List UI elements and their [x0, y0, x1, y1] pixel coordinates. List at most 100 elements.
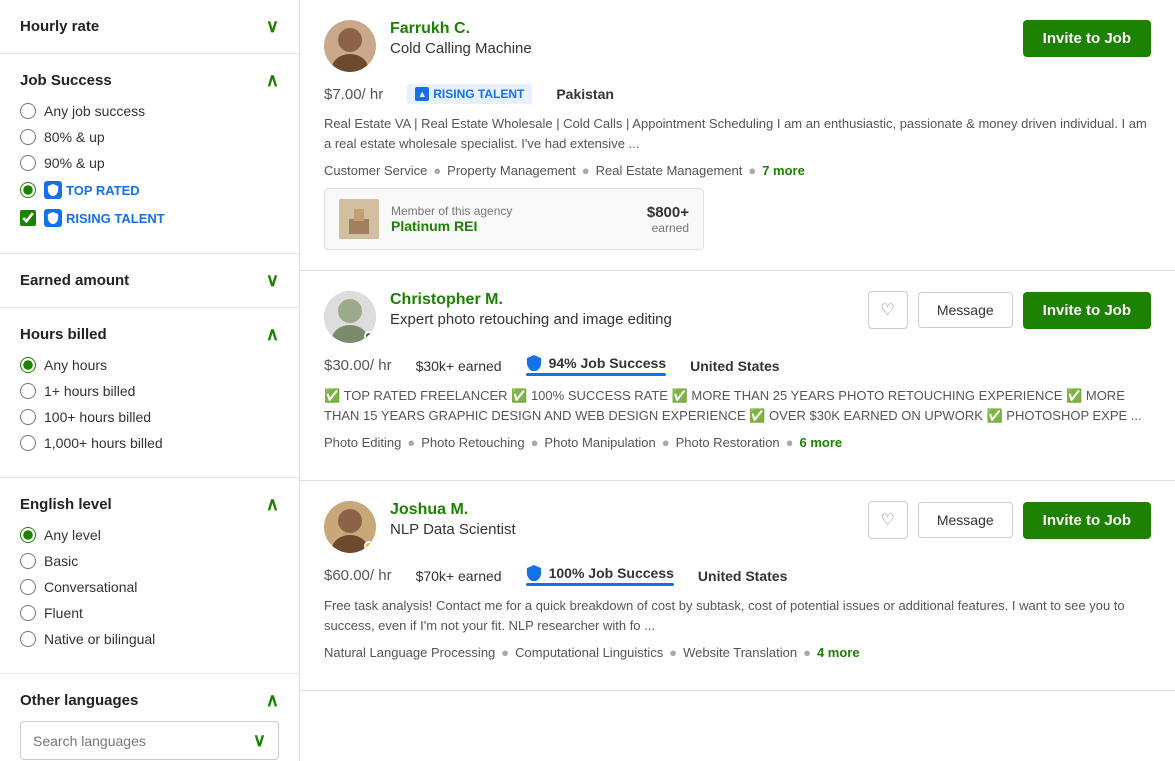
chevron-hourly-rate-icon: ∨ — [266, 16, 279, 37]
english-basic-input[interactable] — [20, 553, 36, 569]
job-success-80[interactable]: 80% & up — [20, 129, 279, 145]
filter-header-hourly-rate[interactable]: Hourly rate ∨ — [20, 16, 279, 37]
filter-header-english-level[interactable]: English level ∧ — [20, 494, 279, 515]
online-dot-christopher — [364, 331, 374, 341]
skill-dot-c4: ● — [786, 435, 794, 450]
location-christopher: United States — [690, 358, 779, 374]
card-meta-farrukh: $7.00/ hr ▲ RISING TALENT Pakistan — [324, 84, 1151, 104]
chevron-english-level-icon: ∧ — [266, 494, 279, 515]
agency-info-farrukh: Member of this agency Platinum REI — [391, 204, 635, 234]
agency-earned-farrukh: $800+ earned — [647, 204, 689, 235]
freelancer-title-farrukh: Cold Calling Machine — [390, 40, 532, 57]
chevron-job-success-icon: ∧ — [266, 70, 279, 91]
skill-computational-linguistics: Computational Linguistics — [515, 645, 663, 660]
english-basic[interactable]: Basic — [20, 553, 279, 569]
filter-header-other-languages[interactable]: Other languages ∧ — [20, 690, 279, 711]
skill-photo-editing: Photo Editing — [324, 435, 401, 450]
filter-title-hours-billed: Hours billed — [20, 326, 107, 343]
language-search-input[interactable] — [33, 733, 253, 749]
hours-any-label: Any hours — [44, 357, 107, 373]
job-success-top-rated-input[interactable] — [20, 182, 36, 198]
sidebar: Hourly rate ∨ Job Success ∧ Any job succ… — [0, 0, 300, 761]
message-button-joshua[interactable]: Message — [918, 502, 1013, 538]
freelancer-card-christopher: Christopher M. Expert photo retouching a… — [300, 271, 1175, 481]
more-skills-christopher[interactable]: 6 more — [800, 435, 843, 450]
card-meta-christopher: $30.00/ hr $30k+ earned 94% Job Success … — [324, 355, 1151, 376]
freelancer-card-joshua: Joshua M. NLP Data Scientist ♡ Message I… — [300, 481, 1175, 691]
filter-header-job-success[interactable]: Job Success ∧ — [20, 70, 279, 91]
more-skills-joshua[interactable]: 4 more — [817, 645, 860, 660]
invite-button-joshua[interactable]: Invite to Job — [1023, 502, 1151, 539]
skill-photo-manipulation: Photo Manipulation — [544, 435, 655, 450]
avatar-farrukh — [324, 20, 376, 72]
filter-section-hours-billed: Hours billed ∧ Any hours 1+ hours billed… — [0, 308, 299, 478]
freelancer-name-farrukh[interactable]: Farrukh C. — [390, 20, 532, 38]
skills-joshua: Natural Language Processing ● Computatio… — [324, 645, 1151, 660]
hours-1plus-label: 1+ hours billed — [44, 383, 135, 399]
english-native-input[interactable] — [20, 631, 36, 647]
hours-1plus[interactable]: 1+ hours billed — [20, 383, 279, 399]
invite-button-christopher[interactable]: Invite to Job — [1023, 292, 1151, 329]
skill-photo-retouching: Photo Retouching — [421, 435, 524, 450]
hours-any[interactable]: Any hours — [20, 357, 279, 373]
hours-1plus-input[interactable] — [20, 383, 36, 399]
hours-100plus-label: 100+ hours billed — [44, 409, 151, 425]
english-conversational-input[interactable] — [20, 579, 36, 595]
top-rated-label: TOP RATED — [66, 183, 140, 198]
filter-header-hours-billed[interactable]: Hours billed ∧ — [20, 324, 279, 345]
job-success-90-input[interactable] — [20, 155, 36, 171]
job-success-rising-talent[interactable]: RISING TALENT — [20, 209, 279, 227]
hours-1000plus-input[interactable] — [20, 435, 36, 451]
avatar-christopher — [324, 291, 376, 343]
skills-farrukh: Customer Service ● Property Management ●… — [324, 163, 1151, 178]
filter-options-english-level: Any level Basic Conversational Fluent Na… — [20, 527, 279, 647]
job-success-80-input[interactable] — [20, 129, 36, 145]
heart-button-christopher[interactable]: ♡ — [868, 291, 908, 329]
invite-button-farrukh[interactable]: Invite to Job — [1023, 20, 1151, 57]
language-search-wrap[interactable]: ∨ — [20, 721, 279, 760]
card-header-right-joshua: ♡ Message Invite to Job — [868, 501, 1152, 539]
skill-dot-2: ● — [582, 163, 590, 178]
filter-header-earned-amount[interactable]: Earned amount ∨ — [20, 270, 279, 291]
hours-100plus[interactable]: 100+ hours billed — [20, 409, 279, 425]
english-fluent[interactable]: Fluent — [20, 605, 279, 621]
job-success-any-input[interactable] — [20, 103, 36, 119]
hours-any-input[interactable] — [20, 357, 36, 373]
english-basic-label: Basic — [44, 553, 78, 569]
english-fluent-input[interactable] — [20, 605, 36, 621]
job-success-rising-talent-input[interactable] — [20, 210, 36, 226]
message-button-christopher[interactable]: Message — [918, 292, 1013, 328]
freelancer-name-christopher[interactable]: Christopher M. — [390, 291, 672, 309]
english-conversational[interactable]: Conversational — [20, 579, 279, 595]
english-native[interactable]: Native or bilingual — [20, 631, 279, 647]
agency-card-farrukh: Member of this agency Platinum REI $800+… — [324, 188, 704, 250]
english-any-input[interactable] — [20, 527, 36, 543]
hours-1000plus-label: 1,000+ hours billed — [44, 435, 163, 451]
skills-christopher: Photo Editing ● Photo Retouching ● Photo… — [324, 435, 1151, 450]
freelancer-card-farrukh: Farrukh C. Cold Calling Machine Invite t… — [300, 0, 1175, 271]
rising-talent-badge-shield-icon: ▲ — [415, 87, 429, 101]
hours-1000plus[interactable]: 1,000+ hours billed — [20, 435, 279, 451]
chevron-hours-billed-icon: ∧ — [266, 324, 279, 345]
card-meta-joshua: $60.00/ hr $70k+ earned 100% Job Success… — [324, 565, 1151, 586]
skill-dot-j2: ● — [669, 645, 677, 660]
job-success-christopher: 94% Job Success — [526, 355, 667, 376]
english-native-label: Native or bilingual — [44, 631, 155, 647]
skill-nlp: Natural Language Processing — [324, 645, 495, 660]
more-skills-farrukh[interactable]: 7 more — [762, 163, 805, 178]
heart-button-joshua[interactable]: ♡ — [868, 501, 908, 539]
freelancer-name-joshua[interactable]: Joshua M. — [390, 501, 516, 519]
rising-talent-shield-icon — [44, 209, 62, 227]
job-success-top-rated[interactable]: TOP RATED — [20, 181, 279, 199]
freelancer-info-farrukh: Farrukh C. Cold Calling Machine — [390, 20, 532, 57]
english-any[interactable]: Any level — [20, 527, 279, 543]
agency-label-farrukh: Member of this agency — [391, 204, 635, 218]
skill-dot-j1: ● — [501, 645, 509, 660]
agency-earned-label-farrukh: earned — [647, 221, 689, 235]
job-success-any[interactable]: Any job success — [20, 103, 279, 119]
freelancer-title-christopher: Expert photo retouching and image editin… — [390, 311, 672, 328]
job-success-90[interactable]: 90% & up — [20, 155, 279, 171]
location-farrukh: Pakistan — [556, 86, 614, 102]
hours-100plus-input[interactable] — [20, 409, 36, 425]
agency-name-farrukh[interactable]: Platinum REI — [391, 218, 635, 234]
